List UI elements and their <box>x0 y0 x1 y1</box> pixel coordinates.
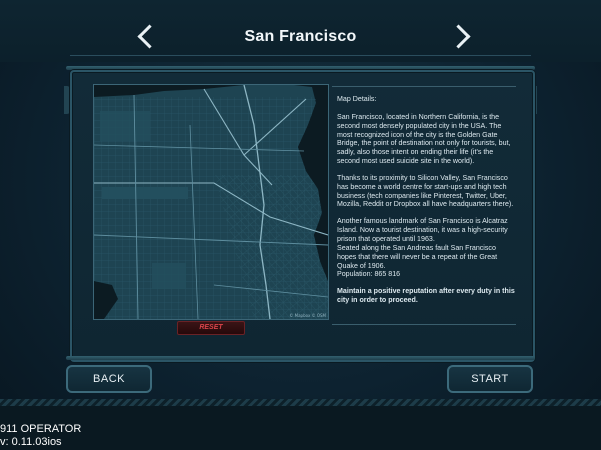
details-paragraph-2: Thanks to its proximity to Silicon Valle… <box>337 173 514 209</box>
app-version: v: 0.11.03ios <box>0 436 62 448</box>
bottom-hazard-stripe <box>0 399 601 406</box>
population-text: Population: 865 816 <box>337 270 401 279</box>
city-title: San Francisco <box>244 28 357 45</box>
details-paragraph-4: Seated along the San Andreas fault San F… <box>337 243 498 270</box>
back-button[interactable]: BACK <box>66 365 152 393</box>
panel-bottom-rail <box>66 356 535 360</box>
map-details-text: Map Details: San Francisco, located in N… <box>337 95 515 313</box>
details-bottom-divider <box>332 324 516 325</box>
details-top-divider <box>332 86 516 87</box>
map-attribution: © Mapbox © OSM <box>289 313 326 318</box>
details-paragraph-3: Another famous landmark of San Francisco… <box>337 217 508 243</box>
city-map-drawing <box>94 85 328 319</box>
details-paragraph-1: San Francisco, located in Northern Calif… <box>337 112 511 166</box>
app-name: 911 OPERATOR <box>0 423 82 435</box>
start-button[interactable]: START <box>447 365 533 393</box>
reset-map-button[interactable]: RESET <box>177 321 245 335</box>
proceed-requirement-text: Maintain a positive reputation after eve… <box>337 287 515 305</box>
map-details-label: Map Details: <box>337 95 377 103</box>
city-map[interactable]: © Mapbox © OSM <box>93 84 329 320</box>
bottom-base <box>0 406 601 450</box>
